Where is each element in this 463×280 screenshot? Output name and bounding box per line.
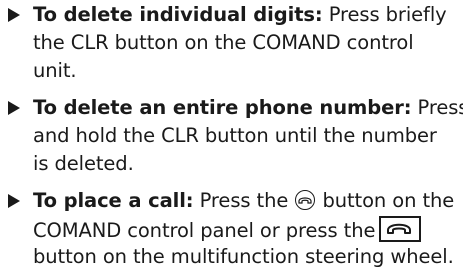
instruction-line: To place a call: Press the button on the [33, 188, 454, 214]
instruction-text: and hold the CLR button until the number [33, 124, 437, 147]
instruction-list: To delete individual digits: Press brief… [0, 0, 463, 280]
instruction-text: Press [411, 96, 463, 119]
instruction-text: unit. [33, 59, 77, 82]
instruction-heading: To delete individual digits: [33, 3, 323, 26]
instruction-text: is deleted. [33, 152, 134, 175]
instruction-heading: To place a call: [33, 189, 194, 212]
instruction-line: To delete an entire phone number: Press [33, 95, 463, 121]
instruction-text: Press the [193, 189, 295, 212]
instruction-text: Press briefly [322, 3, 447, 26]
bullet-arrow-icon [8, 101, 20, 115]
instruction-heading: To delete an entire phone number: [33, 96, 412, 119]
instruction-line: To delete individual digits: Press brief… [33, 2, 447, 28]
instruction-text: button on the multifunction steering whe… [33, 245, 454, 268]
instruction-text: the CLR button on the COMAND control [33, 31, 414, 54]
instruction-line: COMAND control panel or press the [33, 216, 422, 244]
bullet-arrow-icon [8, 194, 20, 208]
instruction-text: button on the [316, 189, 455, 212]
phone-handset-round-icon [295, 190, 316, 210]
bullet-arrow-icon [8, 8, 20, 22]
instruction-text: COMAND control panel or press the [33, 219, 376, 242]
phone-handset-box-icon [379, 216, 422, 242]
